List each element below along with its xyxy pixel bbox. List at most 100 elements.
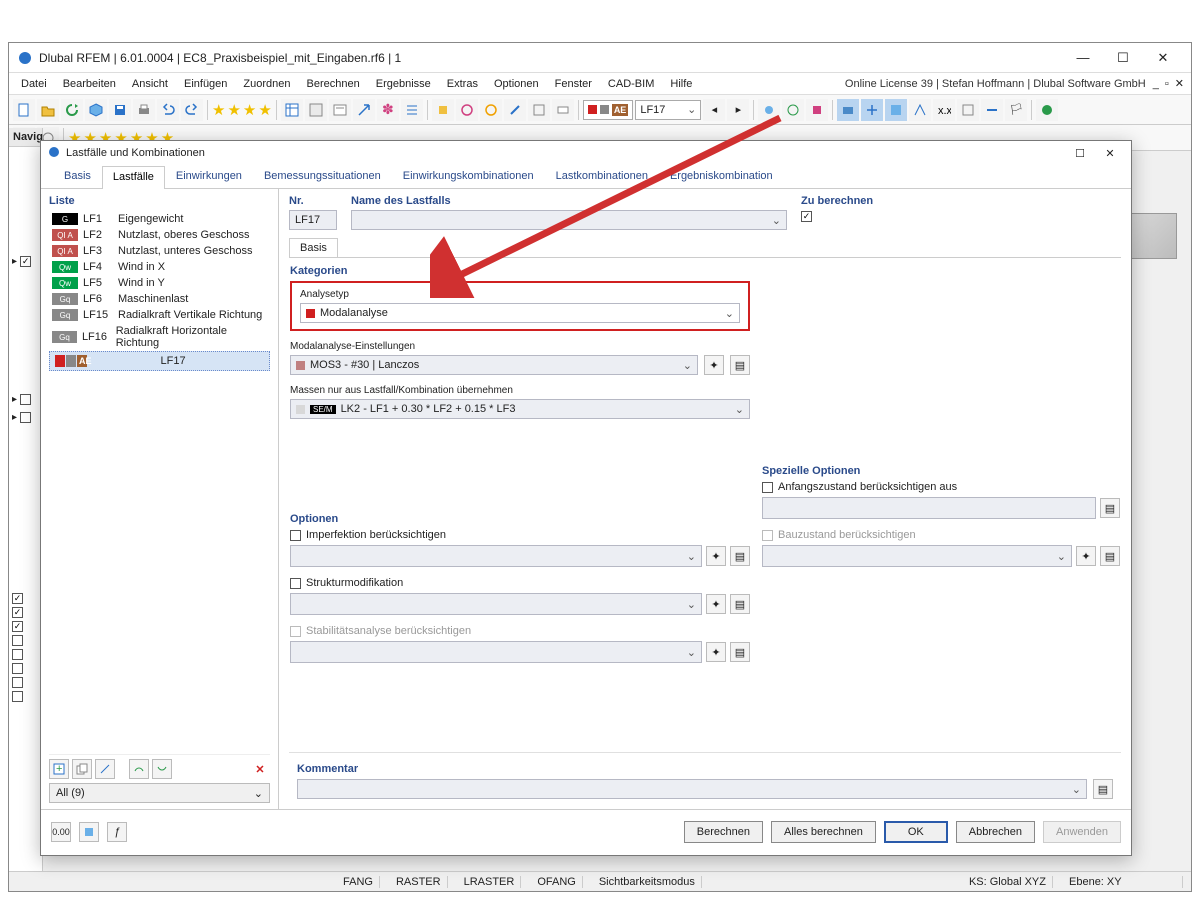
tool-icon[interactable] <box>432 99 454 121</box>
nr-input[interactable]: LF17 <box>289 210 337 230</box>
save-icon[interactable] <box>109 99 131 121</box>
kommentar-input[interactable]: ⌄ <box>297 779 1087 799</box>
status-fang[interactable]: FANG <box>337 876 380 888</box>
tool-icon[interactable] <box>456 99 478 121</box>
tab-lastfaelle[interactable]: Lastfälle <box>102 166 165 189</box>
checkbox[interactable] <box>20 412 31 423</box>
new-icon[interactable]: ✦ <box>704 355 724 375</box>
berechnen-button[interactable]: Berechnen <box>684 821 763 843</box>
new-item-icon[interactable]: + <box>49 759 69 779</box>
next-icon[interactable]: ▸ <box>727 99 749 121</box>
star-icon[interactable]: ★ <box>227 101 240 119</box>
edit-icon[interactable]: ▤ <box>730 546 750 566</box>
menu-minimize-icon[interactable]: _ <box>1150 78 1162 90</box>
asterisk-icon[interactable]: ✽ <box>377 99 399 121</box>
abbrechen-button[interactable]: Abbrechen <box>956 821 1035 843</box>
list-item[interactable]: QI ALF3Nutzlast, unteres Geschoss <box>49 243 270 259</box>
list-item[interactable]: GLF1Eigengewicht <box>49 211 270 227</box>
struct-checkbox[interactable] <box>290 578 301 589</box>
tool-icon[interactable] <box>504 99 526 121</box>
undo-icon[interactable] <box>157 99 179 121</box>
list-item[interactable]: GqLF6Maschinenlast <box>49 291 270 307</box>
checkbox[interactable] <box>12 635 23 646</box>
redo-icon[interactable] <box>181 99 203 121</box>
menu-optionen[interactable]: Optionen <box>486 76 547 92</box>
checkbox[interactable] <box>12 663 23 674</box>
list-item[interactable]: QI ALF2Nutzlast, oberes Geschoss <box>49 227 270 243</box>
liste-filter[interactable]: All (9) ⌄ <box>49 783 270 803</box>
list-item[interactable]: AELF17 <box>49 351 270 371</box>
loop-icon[interactable] <box>480 99 502 121</box>
tab-basis[interactable]: Basis <box>53 165 102 188</box>
checkbox[interactable] <box>20 256 31 267</box>
edit-icon[interactable]: ▤ <box>730 355 750 375</box>
tool-icon[interactable] <box>981 99 1003 121</box>
menu-ansicht[interactable]: Ansicht <box>124 76 176 92</box>
dialog-close-button[interactable]: ✕ <box>1095 147 1125 160</box>
tool-icon[interactable]: x.xx <box>933 99 955 121</box>
name-input[interactable]: ⌄ <box>351 210 787 230</box>
checkbox[interactable] <box>12 621 23 632</box>
list-item[interactable]: GqLF15Radialkraft Vertikale Richtung <box>49 307 270 323</box>
checkbox[interactable] <box>12 677 23 688</box>
menu-bearbeiten[interactable]: Bearbeiten <box>55 76 124 92</box>
copy-item-icon[interactable] <box>72 759 92 779</box>
tool-icon[interactable] <box>885 99 907 121</box>
tab-ergebniskomb[interactable]: Ergebniskombination <box>659 165 784 188</box>
imperfection-checkbox[interactable] <box>290 530 301 541</box>
list-icon[interactable] <box>401 99 423 121</box>
star-icon[interactable]: ★ <box>212 101 225 119</box>
checkbox[interactable] <box>20 394 31 405</box>
table-icon[interactable] <box>281 99 303 121</box>
edit-icon[interactable]: ▤ <box>1093 779 1113 799</box>
menu-ergebnisse[interactable]: Ergebnisse <box>368 76 439 92</box>
anfang-select[interactable] <box>762 497 1096 519</box>
arrow-icon[interactable] <box>353 99 375 121</box>
modal-select[interactable]: MOS3 - #30 | Lanczos ⌄ <box>290 355 698 375</box>
menu-fenster[interactable]: Fenster <box>547 76 600 92</box>
dialog-maximize-button[interactable]: ☐ <box>1065 147 1095 160</box>
status-sichtbarkeit[interactable]: Sichtbarkeitsmodus <box>593 876 702 888</box>
minimize-button[interactable]: — <box>1063 44 1103 72</box>
lastfall-selector[interactable]: LF17 ⌄ <box>635 100 701 120</box>
subtab-basis[interactable]: Basis <box>289 238 338 257</box>
mass-select[interactable]: SE/M LK2 - LF1 + 0.30 * LF2 + 0.15 * LF3… <box>290 399 750 419</box>
tool-icon[interactable] <box>782 99 804 121</box>
maximize-button[interactable]: ☐ <box>1103 44 1143 72</box>
new-icon[interactable]: ✦ <box>706 594 726 614</box>
alles-berechnen-button[interactable]: Alles berechnen <box>771 821 876 843</box>
menu-extras[interactable]: Extras <box>439 76 486 92</box>
tool-icon[interactable] <box>909 99 931 121</box>
new-icon[interactable] <box>13 99 35 121</box>
star-icon[interactable]: ★ <box>243 101 256 119</box>
calc-checkbox[interactable] <box>801 211 812 222</box>
tool-icon[interactable] <box>152 759 172 779</box>
imperfection-select[interactable]: ⌄ <box>290 545 702 567</box>
checkbox[interactable] <box>12 649 23 660</box>
menu-hilfe[interactable]: Hilfe <box>662 76 700 92</box>
anfang-checkbox[interactable] <box>762 482 773 493</box>
flag-icon[interactable]: 🏳 <box>1005 99 1027 121</box>
checkbox[interactable] <box>12 607 23 618</box>
tool-icon[interactable] <box>758 99 780 121</box>
tool-icon[interactable] <box>95 759 115 779</box>
view-cube[interactable] <box>1131 213 1177 259</box>
tool-icon[interactable] <box>129 759 149 779</box>
list-item[interactable]: QwLF5Wind in Y <box>49 275 270 291</box>
list-item[interactable]: QwLF4Wind in X <box>49 259 270 275</box>
edit-icon[interactable]: ▤ <box>730 594 750 614</box>
struct-select[interactable]: ⌄ <box>290 593 702 615</box>
units-icon[interactable]: 0.00 <box>51 822 71 842</box>
ok-button[interactable]: OK <box>884 821 948 843</box>
tool-icon[interactable] <box>861 99 883 121</box>
checkbox[interactable] <box>12 593 23 604</box>
tool-icon[interactable] <box>837 99 859 121</box>
status-raster[interactable]: RASTER <box>390 876 448 888</box>
checkbox[interactable] <box>12 691 23 702</box>
script-icon[interactable]: ƒ <box>107 822 127 842</box>
list-item[interactable]: GqLF16Radialkraft Horizontale Richtung <box>49 323 270 351</box>
tool-icon[interactable] <box>1036 99 1058 121</box>
menu-close-icon[interactable]: ✕ <box>1172 77 1187 90</box>
tool-icon[interactable] <box>806 99 828 121</box>
tab-einwirkungen[interactable]: Einwirkungen <box>165 165 253 188</box>
